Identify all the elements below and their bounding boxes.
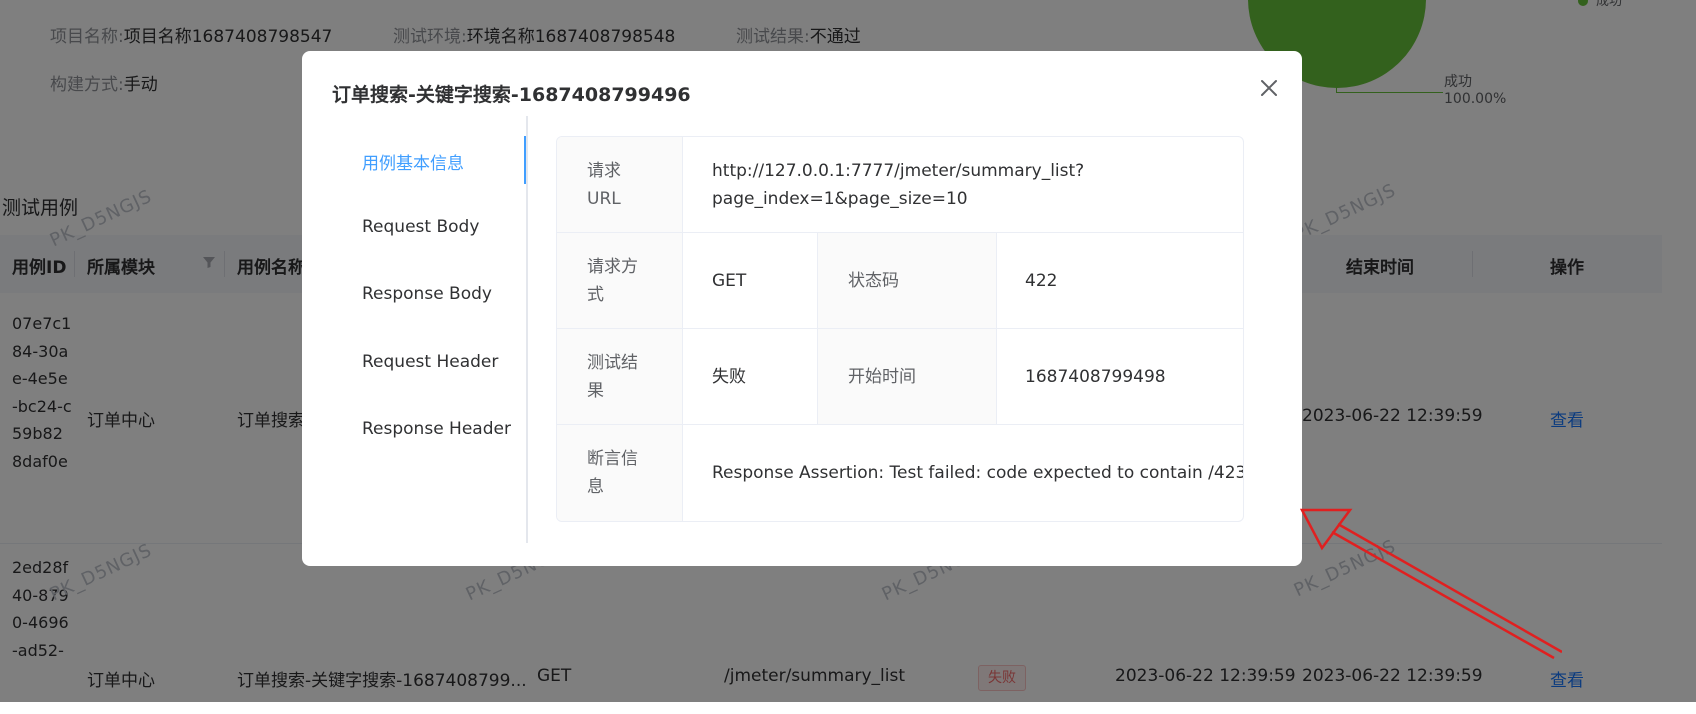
url-label: URL xyxy=(587,189,621,209)
method-row: 请求方 式 GET 状态码 422 xyxy=(557,233,1243,329)
tab-basic-info[interactable]: 用例基本信息 xyxy=(362,149,464,174)
method-value: GET xyxy=(712,271,747,291)
start-label-cell: 开始时间 xyxy=(817,329,997,424)
case-basic-info-table: 请求 URL http://127.0.0.1:7777/jmeter/summ… xyxy=(556,136,1244,522)
start-time-label: 开始时间 xyxy=(848,367,916,387)
assertion-row: 断言信 息 Response Assertion: Test failed: c… xyxy=(557,425,1243,521)
method-label-cell: 请求方 式 xyxy=(557,233,683,328)
result-label: 果 xyxy=(587,381,604,401)
tab-response-header[interactable]: Response Header xyxy=(362,419,511,439)
result-row: 测试结 果 失败 开始时间 1687408799498 xyxy=(557,329,1243,425)
assertion-label: 息 xyxy=(587,477,604,497)
assertion-label: 断言信 xyxy=(587,449,638,469)
active-tab-indicator xyxy=(524,136,526,184)
start-time-value: 1687408799498 xyxy=(1025,367,1166,387)
status-label-cell: 状态码 xyxy=(817,233,997,328)
url-label: 请求 xyxy=(587,161,621,181)
case-detail-dialog: 订单搜索-关键字搜索-1687408799496 用例基本信息 Request … xyxy=(302,51,1302,566)
close-icon[interactable] xyxy=(1256,75,1282,101)
method-label: 请求方 xyxy=(587,257,638,277)
result-value: 失败 xyxy=(712,367,746,387)
method-label: 式 xyxy=(587,285,604,305)
annotation-arrow-icon xyxy=(1299,508,1562,660)
assertion-value: Response Assertion: Test failed: code ex… xyxy=(712,463,1244,483)
tab-response-body[interactable]: Response Body xyxy=(362,284,492,304)
assertion-label-cell: 断言信 息 xyxy=(557,425,683,521)
tab-request-header[interactable]: Request Header xyxy=(362,352,498,372)
result-label-cell: 测试结 果 xyxy=(557,329,683,424)
detail-tabs: 用例基本信息 Request Body Response Body Reques… xyxy=(302,116,528,543)
dialog-title: 订单搜索-关键字搜索-1687408799496 xyxy=(332,84,691,106)
tab-request-body[interactable]: Request Body xyxy=(362,217,479,237)
url-label-cell: 请求 URL xyxy=(557,137,683,232)
status-code-value: 422 xyxy=(1025,271,1058,291)
url-value: page_index=1&page_size=10 xyxy=(712,189,968,209)
result-label: 测试结 xyxy=(587,353,638,373)
url-row: 请求 URL http://127.0.0.1:7777/jmeter/summ… xyxy=(557,137,1243,233)
url-value: http://127.0.0.1:7777/jmeter/summary_lis… xyxy=(712,161,1085,181)
status-code-label: 状态码 xyxy=(848,271,899,291)
